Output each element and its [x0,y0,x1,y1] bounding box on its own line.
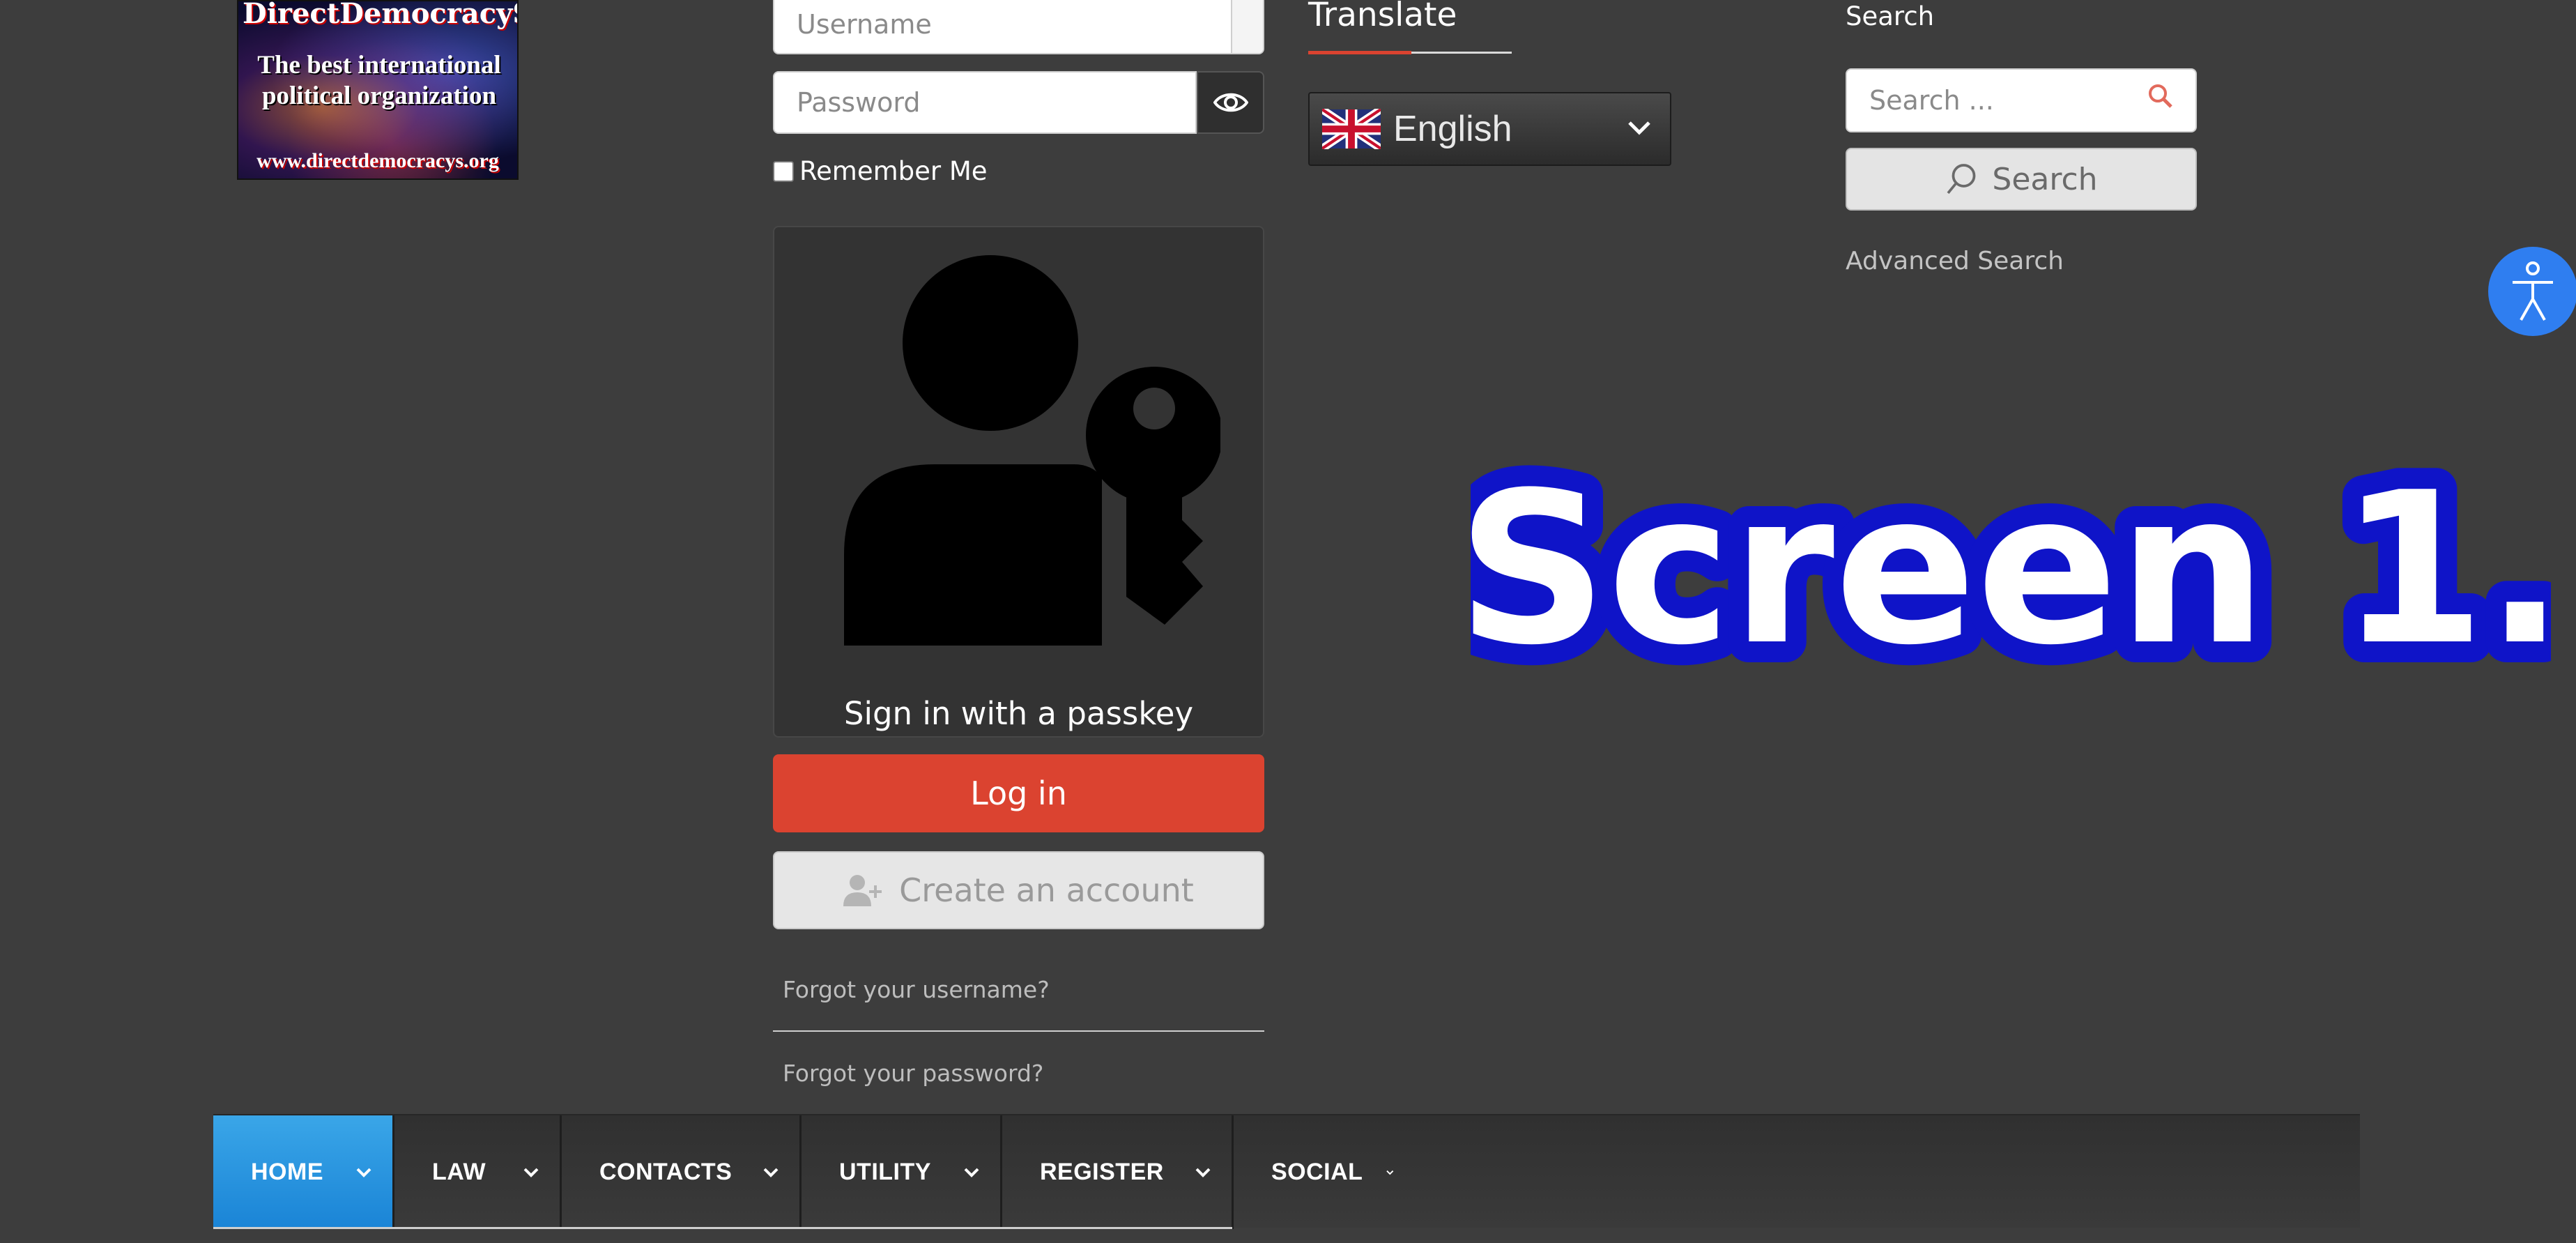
passkey-label: Sign in with a passkey [843,695,1194,732]
create-account-label: Create an account [899,871,1194,909]
eye-icon [1213,93,1248,112]
translate-divider [1308,51,1512,54]
logo-url: www.directdemocracys.org [256,149,499,172]
language-select[interactable]: English [1308,92,1671,166]
logo-title: DirectDemocracyS [243,0,519,30]
forgot-password-link[interactable]: Forgot your password? [783,1060,1043,1087]
remember-me-label: Remember Me [799,156,988,186]
nav-label: LAW [432,1159,486,1185]
search-button-label: Search [1992,161,2098,197]
chevron-down-icon [1386,1170,1394,1175]
user-key-icon [844,255,1220,646]
main-navbar: HOME LAW CONTACTS UTILITY REGISTER SOCIA… [213,1114,2360,1229]
chevron-down-icon [1195,1168,1211,1177]
uk-flag-icon [1322,109,1381,149]
language-value: English [1393,109,1512,149]
search-button[interactable]: Search [1846,148,2197,211]
remember-me[interactable]: Remember Me [773,156,988,186]
nav-label: SOCIAL [1271,1159,1363,1185]
search-placeholder: Search ... [1869,85,1994,116]
logo-tagline: The best international political organiz… [257,51,501,110]
nav-item-utility[interactable]: UTILITY [802,1115,1002,1229]
search-icon [2149,84,2172,108]
nav-label: UTILITY [839,1159,931,1185]
password-placeholder: Password [797,87,921,118]
nav-item-contacts[interactable]: CONTACTS [562,1115,802,1229]
search-title: Search [1846,1,1935,31]
nav-item-register[interactable]: REGISTER [1002,1115,1234,1229]
create-account-button[interactable]: Create an account [773,851,1264,929]
forgot-username-link[interactable]: Forgot your username? [773,962,1264,1032]
login-button[interactable]: Log in [773,754,1264,832]
screen-label-text: Screen 1. [1471,448,2551,691]
show-password-button[interactable] [1197,71,1264,134]
nav-item-social[interactable]: SOCIAL [1234,1115,1415,1229]
passkey-button[interactable]: Sign in with a passkey [773,226,1264,738]
screen-label-overlay: Screen 1. Screen 1. [1436,425,2576,718]
username-addon [1231,0,1263,53]
site-logo[interactable]: DirectDemocracyS The best international … [237,0,519,180]
nav-item-law[interactable]: LAW [394,1115,562,1229]
accessibility-icon [2513,261,2553,321]
nav-label: CONTACTS [599,1159,733,1185]
chevron-down-icon [763,1168,779,1177]
nav-label: REGISTER [1040,1159,1164,1185]
password-input[interactable]: Password [773,71,1197,134]
advanced-search-link[interactable]: Advanced Search [1846,247,2064,275]
search-icon [1947,164,1976,195]
chevron-down-icon [523,1168,539,1177]
username-placeholder: Username [797,9,932,40]
search-input[interactable]: Search ... [1846,68,2197,132]
nav-item-home[interactable]: HOME [213,1115,394,1229]
chevron-down-icon [964,1168,979,1177]
username-input[interactable]: Username [773,0,1264,54]
accessibility-button[interactable] [2488,247,2576,336]
navbar-underline [213,1227,1232,1229]
remember-me-checkbox[interactable] [773,160,794,182]
chevron-down-icon [1628,121,1650,135]
translate-title: Translate [1308,0,1457,34]
nav-label: HOME [251,1159,323,1185]
chevron-down-icon [356,1168,371,1177]
add-user-icon [843,875,882,906]
